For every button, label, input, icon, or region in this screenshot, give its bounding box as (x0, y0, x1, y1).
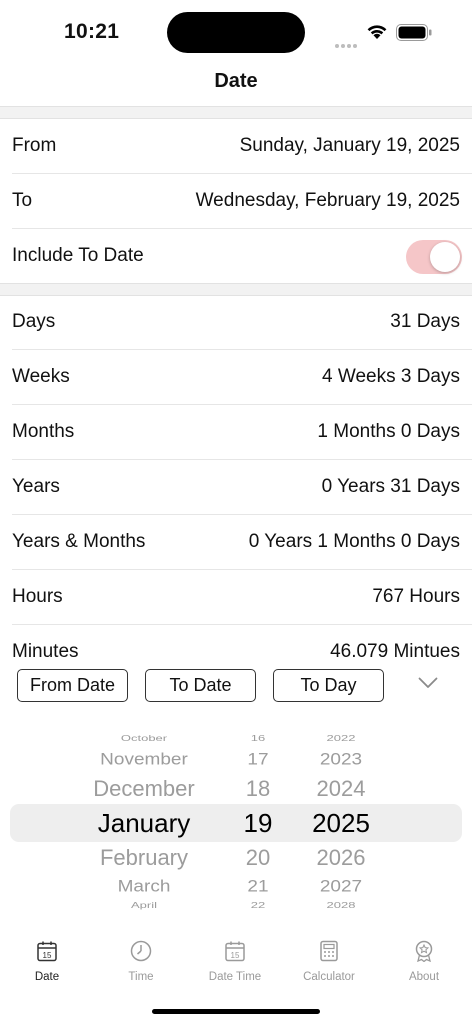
picker-year-item[interactable]: 2023 (296, 751, 386, 770)
picker-toolbar: From Date To Date To Day (0, 657, 472, 715)
tab-calculator[interactable]: Calculator (282, 940, 376, 983)
result-row-weeks: Weeks 4 Weeks 3 Days (0, 350, 472, 405)
picker-month-item[interactable]: February (64, 845, 224, 871)
cellular-signal-icon (335, 35, 359, 48)
picker-year-item[interactable]: 2028 (296, 901, 386, 910)
calendar-icon: 15 (37, 941, 57, 962)
to-label: To (12, 190, 33, 211)
picker-day-item[interactable]: 21 (228, 878, 288, 897)
result-value: 0 Years 31 Days (321, 476, 460, 497)
tab-label: About (408, 971, 440, 983)
status-bar: 10:21 (0, 0, 472, 60)
section-divider (0, 106, 472, 119)
result-value: 46,079 Mintues (330, 641, 460, 657)
home-indicator (152, 1009, 320, 1014)
result-value: 1 Months 0 Days (317, 421, 460, 442)
picker-day-column[interactable]: 16 17 18 19 20 21 22 (228, 727, 288, 917)
chevron-down-icon[interactable] (418, 677, 438, 689)
tab-label: Calculator (303, 971, 355, 983)
results-list[interactable]: Days 31 Days Weeks 4 Weeks 3 Days Months… (0, 295, 472, 657)
calculator-icon (320, 940, 338, 962)
result-row-hours: Hours 767 Hours (0, 570, 472, 625)
picker-day-item[interactable]: 16 (228, 734, 288, 743)
result-label: Months (12, 421, 75, 442)
from-date-row[interactable]: From Sunday, January 19, 2025 (0, 119, 472, 174)
to-date-row[interactable]: To Wednesday, February 19, 2025 (0, 174, 472, 229)
picker-year-item[interactable]: 2024 (296, 776, 386, 802)
result-label: Minutes (12, 641, 79, 657)
result-row-days: Days 31 Days (0, 295, 472, 350)
picker-month-selected[interactable]: January (64, 808, 224, 839)
page-title: Date (214, 70, 258, 92)
picker-day-item[interactable]: 17 (228, 751, 288, 770)
badge-icon (415, 940, 433, 963)
tab-time[interactable]: Time (94, 940, 188, 983)
tab-date-time[interactable]: 15 Date Time (188, 940, 282, 983)
picker-day-item[interactable]: 22 (228, 901, 288, 910)
clock-icon (130, 940, 152, 962)
date-picker-wheel[interactable]: October November December January Februa… (0, 727, 472, 917)
result-value: 0 Years 1 Months 0 Days (248, 531, 460, 552)
from-value[interactable]: Sunday, January 19, 2025 (240, 135, 460, 157)
picker-day-selected[interactable]: 19 (228, 808, 288, 839)
result-label: Days (12, 311, 56, 332)
dynamic-island (167, 12, 305, 53)
wifi-icon (367, 25, 387, 39)
tab-label: Time (128, 971, 154, 983)
battery-icon (396, 24, 432, 41)
result-label: Years (12, 476, 60, 497)
include-to-date-label: Include To Date (12, 245, 144, 266)
picker-day-item[interactable]: 20 (228, 845, 288, 871)
result-label: Years & Months (12, 531, 146, 552)
picker-year-column[interactable]: 2022 2023 2024 2025 2026 2027 2028 (296, 727, 386, 917)
to-date-button[interactable]: To Date (145, 669, 256, 702)
result-row-years-months: Years & Months 0 Years 1 Months 0 Days (0, 515, 472, 570)
result-row-months: Months 1 Months 0 Days (0, 405, 472, 460)
calendar-icon: 15 (225, 941, 245, 962)
picker-month-item[interactable]: October (64, 734, 224, 743)
include-to-date-toggle[interactable] (406, 240, 462, 274)
picker-year-item[interactable]: 2022 (296, 734, 386, 743)
include-to-date-row: Include To Date (0, 229, 472, 284)
result-label: Hours (12, 586, 63, 607)
result-row-minutes: Minutes 46,079 Mintues (0, 625, 472, 657)
picker-month-item[interactable]: March (64, 878, 224, 897)
picker-month-item[interactable]: April (64, 901, 224, 910)
picker-month-item[interactable]: November (64, 751, 224, 770)
tab-date[interactable]: 15 Date (0, 940, 94, 983)
result-row-years: Years 0 Years 31 Days (0, 460, 472, 515)
svg-text:15: 15 (231, 951, 240, 960)
result-value: 767 Hours (372, 586, 460, 607)
tab-label: Date Time (208, 971, 262, 983)
result-value: 4 Weeks 3 Days (322, 366, 460, 387)
picker-year-item[interactable]: 2026 (296, 845, 386, 871)
from-label: From (12, 135, 57, 156)
result-label: Weeks (12, 366, 70, 387)
picker-month-column[interactable]: October November December January Februa… (64, 727, 224, 917)
toggle-knob (430, 242, 460, 272)
status-time: 10:21 (64, 20, 120, 43)
tab-about[interactable]: About (377, 940, 471, 983)
result-value: 31 Days (390, 311, 460, 332)
picker-year-selected[interactable]: 2025 (296, 808, 386, 839)
to-day-button[interactable]: To Day (273, 669, 384, 702)
picker-month-item[interactable]: December (64, 776, 224, 802)
tab-bar: 15 Date Time 15 Date Time Calculator Abo… (0, 932, 472, 1002)
svg-text:15: 15 (43, 951, 52, 960)
picker-year-item[interactable]: 2027 (296, 878, 386, 897)
from-date-button[interactable]: From Date (17, 669, 128, 702)
to-value[interactable]: Wednesday, February 19, 2025 (196, 190, 460, 212)
picker-day-item[interactable]: 18 (228, 776, 288, 802)
tab-label: Date (34, 971, 60, 983)
